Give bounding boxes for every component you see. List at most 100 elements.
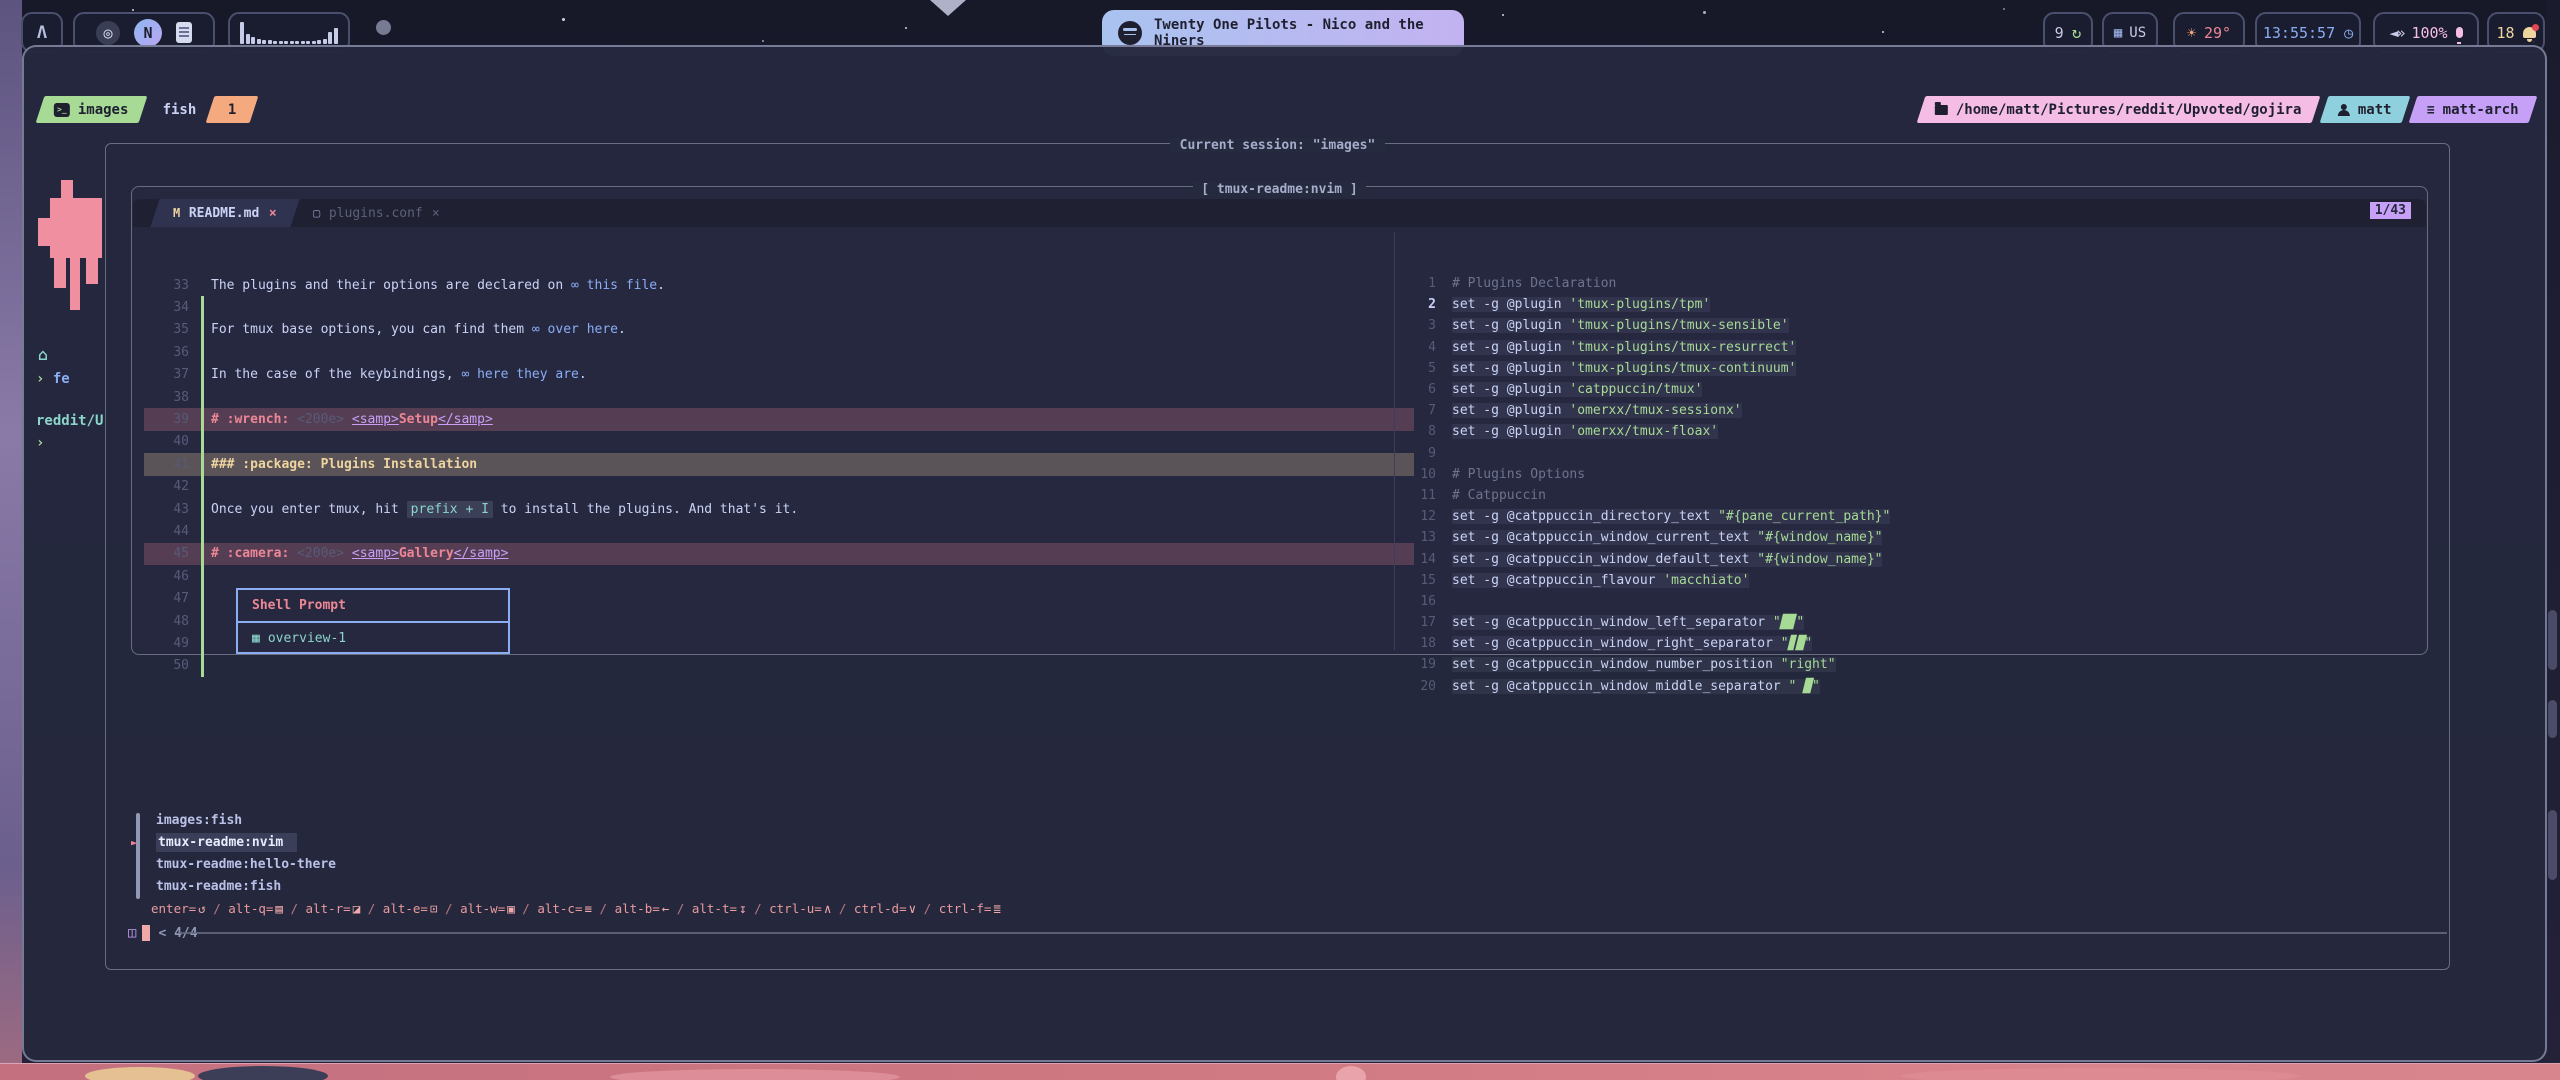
- editor-line: 33The plugins and their options are decl…: [144, 274, 1414, 296]
- tmux-status-bar: >_images fish 1 /home/matt/Pictures/redd…: [40, 96, 2533, 123]
- help-action-icon: ◪: [353, 901, 361, 916]
- help-action-icon: ▣: [507, 901, 515, 916]
- help-action-icon: ⊡: [430, 901, 438, 916]
- home-icon: ⌂: [38, 345, 48, 364]
- markdown-table: Shell Prompt ▦ overview-1: [236, 588, 510, 654]
- editor-line: 2set -g @plugin 'tmux-plugins/tpm': [1402, 294, 2412, 315]
- editor-line: 11# Catppuccin: [1402, 485, 2412, 506]
- session-result-item[interactable]: ►tmux-readme:fish: [131, 875, 1131, 897]
- shell-prompt-char: ›: [36, 435, 44, 451]
- markdown-icon: M: [173, 206, 180, 220]
- help-keybinding: alt-r=: [306, 901, 351, 916]
- browser-icon[interactable]: ◎: [96, 21, 120, 45]
- editor-line: 38: [144, 386, 1414, 408]
- tmux-window-1[interactable]: 1: [206, 96, 259, 123]
- spotify-icon: [1118, 21, 1142, 45]
- editor-line: 13set -g @catppuccin_window_current_text…: [1402, 527, 2412, 548]
- tmux-path-segment: /home/matt/Pictures/reddit/Upvoted/gojir…: [1917, 96, 2320, 123]
- editor-line: 43Once you enter tmux, hit prefix + I to…: [144, 498, 1414, 520]
- terminal-icon: >_: [54, 103, 70, 117]
- host-icon: ≡: [2427, 102, 2435, 117]
- prompt-separator: [179, 932, 2447, 934]
- document-icon[interactable]: [176, 22, 192, 43]
- tab-readme[interactable]: M README.md ×: [150, 199, 299, 227]
- clock-time: 13:55:57: [2263, 24, 2335, 42]
- help-keybinding: enter=: [151, 901, 196, 916]
- help-action-icon: ▤: [275, 901, 283, 916]
- help-keybinding: alt-q=: [228, 901, 273, 916]
- table-header: Shell Prompt: [238, 590, 508, 623]
- speaker-icon: ◄»: [2389, 24, 2403, 42]
- cursor-position-badge: 1/43: [2370, 202, 2411, 219]
- tmux-window-fish[interactable]: fish: [163, 102, 197, 118]
- editor-line: 7set -g @plugin 'omerxx/tmux-sessionx': [1402, 400, 2412, 421]
- session-result-item[interactable]: ►tmux-readme:nvim: [131, 831, 1131, 853]
- launcher-icon: Λ: [37, 23, 47, 43]
- wallpaper-right-edge: [2546, 0, 2560, 1080]
- clock-icon: ◷: [2344, 24, 2353, 42]
- editor-line: 40: [144, 431, 1414, 453]
- shell-cwd: reddit/U: [36, 413, 103, 429]
- notifications-count: 18: [2496, 24, 2514, 42]
- tmux-window-images[interactable]: >_images: [36, 96, 147, 123]
- help-keybinding: ctrl-f=: [939, 901, 992, 916]
- session-result-item[interactable]: ►images:fish: [131, 809, 1131, 831]
- microphone-icon: [2456, 27, 2463, 38]
- session-result-item[interactable]: ►tmux-readme:hello-there: [131, 853, 1131, 875]
- image-icon: ▦: [252, 631, 260, 646]
- wallpaper-planet: [376, 20, 391, 35]
- editor-line: 18set -g @catppuccin_window_right_separa…: [1402, 633, 2412, 654]
- editor-line: 50: [144, 655, 1414, 677]
- prompt-icon: ◫: [128, 925, 136, 941]
- window-separator: [1394, 232, 1395, 650]
- table-cell: ▦ overview-1: [238, 623, 508, 654]
- preview-title: [ tmux-readme:nvim ]: [132, 178, 2427, 197]
- help-action-icon: ↺: [198, 901, 206, 916]
- help-keybinding: alt-e=: [383, 901, 428, 916]
- bell-icon: [2523, 27, 2536, 38]
- shell-prompt-line: › fe: [36, 371, 70, 387]
- help-action-icon: ↧: [739, 901, 747, 916]
- editor-line: 16: [1402, 591, 2412, 612]
- neovim-icon[interactable]: N: [134, 19, 162, 47]
- editor-line: 41### :package: Plugins Installation: [144, 453, 1414, 475]
- tmux-user-segment: matt: [2319, 96, 2409, 123]
- tab-plugins-conf[interactable]: ▢ plugins.conf ×: [290, 199, 462, 227]
- keybinding-help: enter=↺ / alt-q=▤ / alt-r=◪ / alt-e=⊡ / …: [151, 901, 1001, 916]
- preview-box: [ tmux-readme:nvim ] M README.md × ▢ plu…: [131, 186, 2428, 655]
- help-keybinding: ctrl-d=: [854, 901, 907, 916]
- editor-line: 42: [144, 476, 1414, 498]
- tmux-host-segment: ≡matt-arch: [2409, 96, 2537, 123]
- session-popup-title: Current session: "images": [106, 134, 2449, 153]
- help-action-icon: ≡: [584, 901, 592, 916]
- close-icon[interactable]: ×: [432, 206, 440, 221]
- editor-line: 36: [144, 341, 1414, 363]
- user-icon: [2338, 104, 2350, 116]
- editor-line: 10# Plugins Options: [1402, 464, 2412, 485]
- editor-line: 1# Plugins Declaration: [1402, 273, 2412, 294]
- updates-count: 9: [2055, 24, 2064, 42]
- editor-line: 4set -g @plugin 'tmux-plugins/tmux-resur…: [1402, 337, 2412, 358]
- editor-line: 35For tmux base options, you can find th…: [144, 319, 1414, 341]
- folder-icon: [1935, 105, 1948, 115]
- help-action-icon: ←: [662, 901, 670, 916]
- weather-temp: 29°: [2204, 24, 2231, 42]
- close-icon[interactable]: ×: [269, 206, 277, 221]
- help-action-icon: ∨: [909, 901, 917, 916]
- session-results: ►images:fish►tmux-readme:nvim►tmux-readm…: [131, 809, 1131, 897]
- help-keybinding: alt-b=: [615, 901, 660, 916]
- sun-icon: ☀: [2187, 24, 2196, 42]
- editor-line: 9: [1402, 443, 2412, 464]
- session-popup: Current session: "images" [ tmux-readme:…: [105, 143, 2450, 970]
- wallpaper-bottom-clouds: [0, 1063, 2560, 1080]
- volume-level: 100%: [2411, 24, 2447, 42]
- wallpaper-mountain: [930, 0, 966, 16]
- editor-line: 19set -g @catppuccin_window_number_posit…: [1402, 654, 2412, 675]
- editor-line: 8set -g @plugin 'omerxx/tmux-floax': [1402, 421, 2412, 442]
- editor-line: 5set -g @plugin 'tmux-plugins/tmux-conti…: [1402, 358, 2412, 379]
- editor-line: 17set -g @catppuccin_window_left_separat…: [1402, 612, 2412, 633]
- updates-icon: ↻: [2072, 23, 2082, 42]
- editor-line: 6set -g @plugin 'catppuccin/tmux': [1402, 379, 2412, 400]
- keyboard-layout: US: [2129, 25, 2146, 41]
- file-icon: ▢: [313, 206, 320, 220]
